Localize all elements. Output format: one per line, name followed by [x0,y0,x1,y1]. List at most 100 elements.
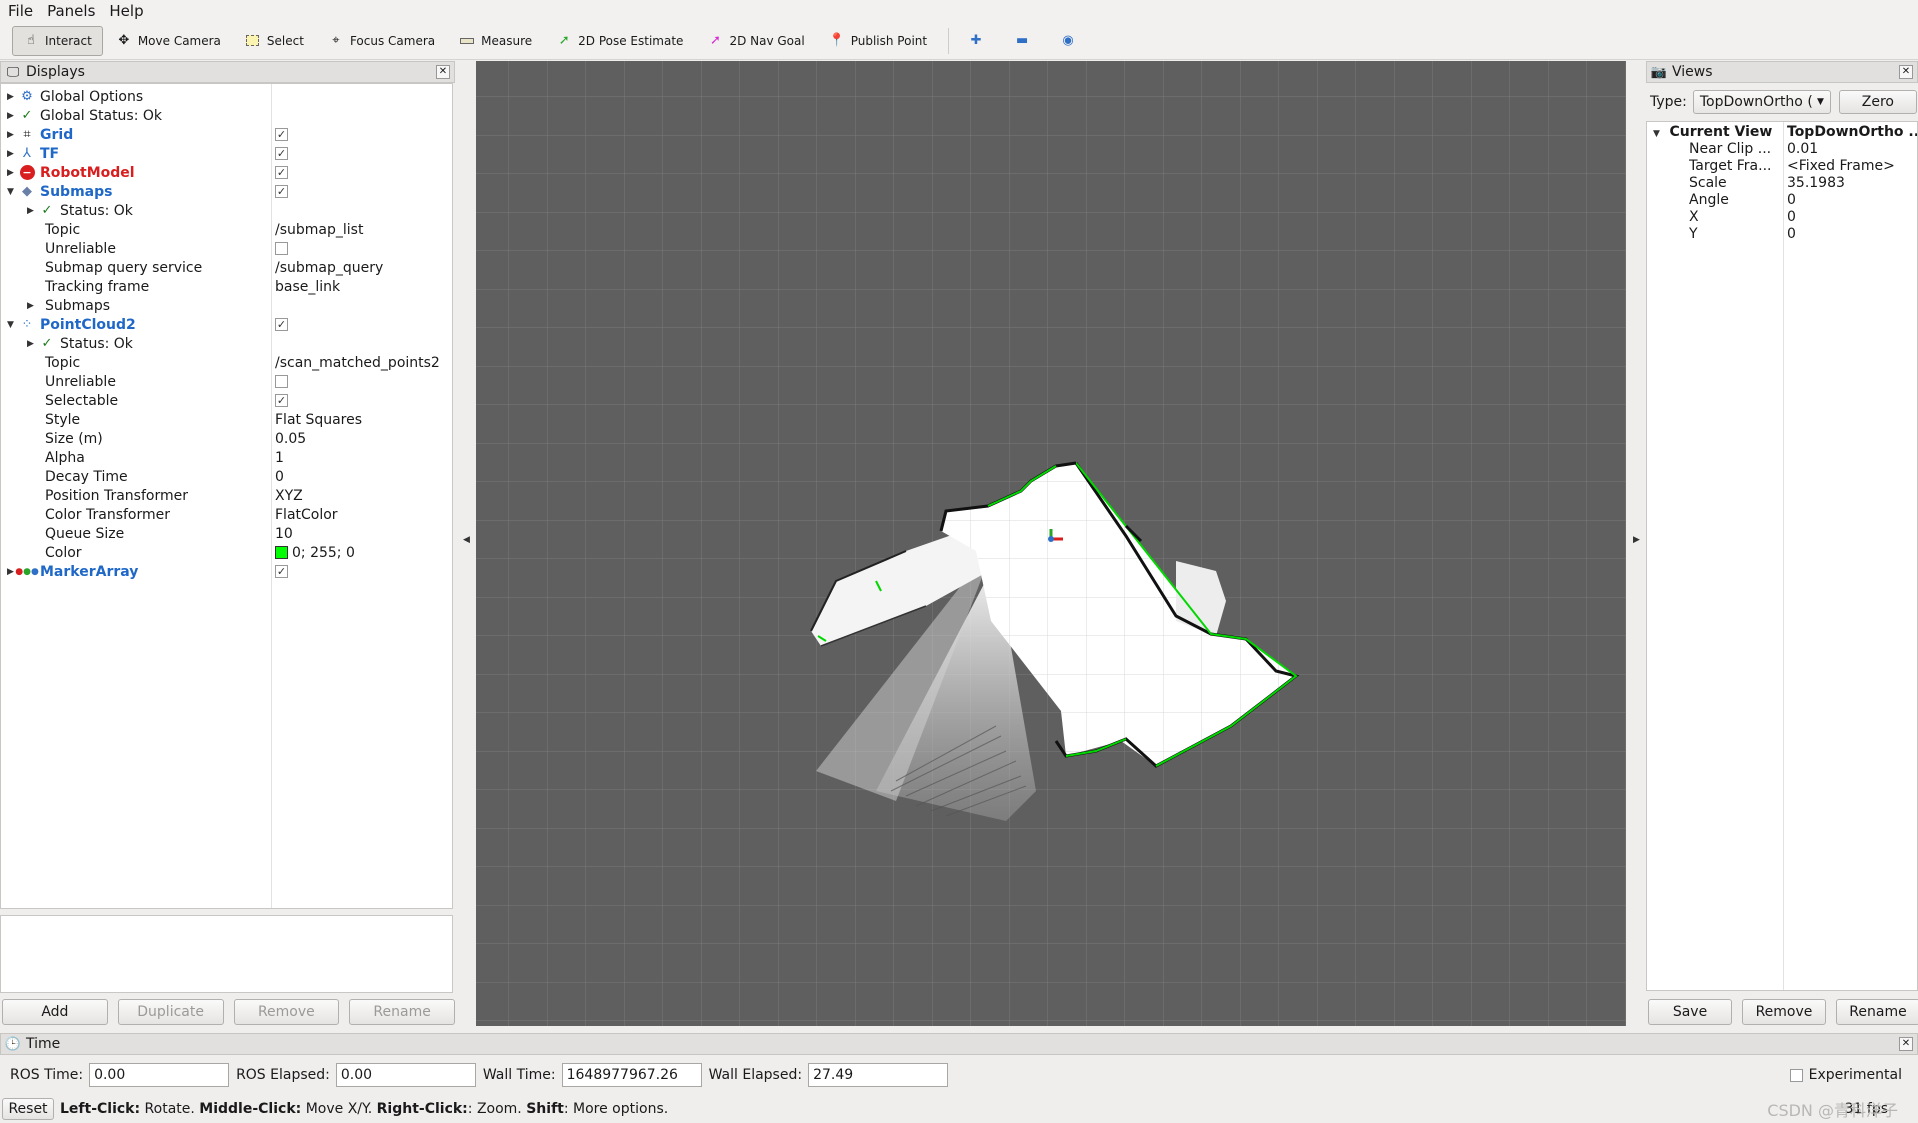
collapse-right-icon[interactable]: ▶ [1633,535,1640,545]
expand-arrow-icon[interactable]: ▶ [7,130,19,140]
tree-row-grid[interactable]: ▶ ⌗ Grid ✓ [1,125,452,144]
experimental-checkbox[interactable] [1789,1068,1803,1082]
save-button[interactable]: Save [1648,999,1732,1025]
watermark: CSDN @青科洋子 [1767,1101,1898,1120]
tree-row-submaps-status[interactable]: ▶ ✓ Status: Ok [1,201,452,220]
collapse-arrow-icon[interactable]: ▼ [1653,129,1665,139]
submaps-enabled-checkbox[interactable]: ✓ [275,185,288,198]
tree-row-marker-array[interactable]: ▶ ● ● ● MarkerArray ✓ [1,562,452,581]
submaps-unreliable-checkbox[interactable] [275,242,288,255]
wall-elapsed-field[interactable]: 27.49 [808,1063,949,1087]
view-row-angle[interactable]: Angle 0 [1647,192,1918,209]
tree-row-pc-selectable[interactable]: Selectable ✓ [1,391,452,410]
markers-icon: ● ● ● [15,566,39,577]
move-camera-tool-button[interactable]: ✥ Move Camera [105,26,232,56]
tree-row-pc-color-transformer[interactable]: Color Transformer FlatColor [1,505,452,524]
tree-row-pc-position-transformer[interactable]: Position Transformer XYZ [1,486,452,505]
left-splitter[interactable]: ◀ [456,61,476,1033]
zero-button[interactable]: Zero [1838,90,1917,114]
wall-time-field[interactable]: 1648977967.26 [561,1063,702,1087]
rename-button[interactable]: Rename [349,999,455,1025]
view-row-y[interactable]: Y 0 [1647,226,1918,243]
grid-enabled-checkbox[interactable]: ✓ [275,128,288,141]
ros-time-field[interactable]: 0.00 [89,1063,230,1087]
tree-row-submaps-unreliable[interactable]: Unreliable [1,239,452,258]
expand-arrow-icon[interactable]: ▶ [27,301,39,311]
pose-estimate-tool-button[interactable]: ➚ 2D Pose Estimate [545,26,694,56]
tree-row-submap-query[interactable]: Submap query service /submap_query [1,258,452,277]
menu-file[interactable]: File [8,2,33,20]
nav-goal-tool-button[interactable]: ➚ 2D Nav Goal [696,26,815,56]
robot-model-enabled-checkbox[interactable]: ✓ [275,166,288,179]
tree-row-robot-model[interactable]: ▶ − RobotModel ✓ [1,163,452,182]
publish-point-tool-button[interactable]: 📍 Publish Point [818,26,938,56]
displays-panel: 🖵 Displays ✕ ▶ ⚙ Global Options ▶ ✓ Global S… [0,61,455,1033]
tree-row-pc-status[interactable]: ▶ ✓ Status: Ok [1,334,452,353]
tree-row-pointcloud2[interactable]: ▼ ⁘ PointCloud2 ✓ [1,315,452,334]
map-pin-icon: 📍 [828,33,845,48]
tree-row-tracking-frame[interactable]: Tracking frame base_link [1,277,452,296]
tree-row-submaps-list[interactable]: ▶ Submaps [1,296,452,315]
expand-arrow-icon[interactable]: ▶ [7,168,19,178]
tree-row-pc-style[interactable]: Style Flat Squares [1,410,452,429]
tree-row-pc-size[interactable]: Size (m) 0.05 [1,429,452,448]
focus-camera-tool-button[interactable]: ⌖ Focus Camera [317,26,446,56]
collapse-left-icon[interactable]: ◀ [463,535,470,545]
view-row-scale[interactable]: Scale 35.1983 [1647,175,1918,192]
tree-row-pc-topic[interactable]: Topic /scan_matched_points2 [1,353,452,372]
expand-arrow-icon[interactable]: ▶ [27,206,39,216]
close-icon[interactable]: ✕ [436,65,450,79]
reset-button[interactable]: Reset [2,1098,54,1120]
view-type-select[interactable]: TopDownOrtho ( ▼ [1692,90,1831,114]
collapse-arrow-icon[interactable]: ▼ [7,320,19,330]
collapse-arrow-icon[interactable]: ▼ [7,187,19,197]
pointcloud-enabled-checkbox[interactable]: ✓ [275,318,288,331]
tree-row-pc-color[interactable]: Color 0; 255; 0 [1,543,452,562]
tf-enabled-checkbox[interactable]: ✓ [275,147,288,160]
render-viewport[interactable] [476,61,1626,1026]
expand-arrow-icon[interactable]: ▶ [7,111,19,121]
hand-icon: ☝ [27,33,35,48]
close-icon[interactable]: ✕ [1899,1037,1913,1051]
view-options-button[interactable]: ◉ [1049,26,1093,56]
status-hint: Left-Click: Rotate. Middle-Click: Move X… [60,1101,669,1117]
view-row-x[interactable]: X 0 [1647,209,1918,226]
column-divider[interactable] [1783,122,1784,990]
measure-tool-button[interactable]: Measure [448,26,543,56]
color-swatch[interactable] [275,546,288,559]
menu-help[interactable]: Help [109,2,143,20]
view-row-near-clip[interactable]: Near Clip ... 0.01 [1647,141,1918,158]
tree-row-pc-unreliable[interactable]: Unreliable [1,372,452,391]
close-icon[interactable]: ✕ [1899,65,1913,79]
add-tool-button[interactable]: ✚ [957,26,1001,56]
select-tool-button[interactable]: Select [234,26,315,56]
duplicate-button[interactable]: Duplicate [117,999,224,1025]
tree-row-pc-decay[interactable]: Decay Time 0 [1,467,452,486]
pc-selectable-checkbox[interactable]: ✓ [275,394,288,407]
view-row-current[interactable]: ▼ Current View TopDownOrtho ... [1647,124,1918,141]
remove-button[interactable]: Remove [233,999,340,1025]
tree-row-pc-alpha[interactable]: Alpha 1 [1,448,452,467]
tree-row-global-options[interactable]: ▶ ⚙ Global Options [1,87,452,106]
tree-row-submaps[interactable]: ▼ ◆ Submaps ✓ [1,182,452,201]
expand-arrow-icon[interactable]: ▶ [7,149,19,159]
remove-tool-button[interactable]: ▬ [1003,26,1047,56]
view-row-target-frame[interactable]: Target Fra... <Fixed Frame> [1647,158,1918,175]
add-button[interactable]: Add [2,999,108,1025]
expand-arrow-icon[interactable]: ▶ [27,339,39,349]
interact-tool-button[interactable]: ☝ Interact [12,25,103,56]
remove-view-button[interactable]: Remove [1742,999,1826,1025]
tree-row-tf[interactable]: ▶ ⅄ TF ✓ [1,144,452,163]
pc-unreliable-checkbox[interactable] [275,375,288,388]
experimental-toggle[interactable]: Experimental [1789,1067,1902,1083]
ros-elapsed-field[interactable]: 0.00 [335,1063,476,1087]
tree-row-submaps-topic[interactable]: Topic /submap_list [1,220,452,239]
eye-icon: ◉ [1062,33,1074,48]
rename-view-button[interactable]: Rename [1836,999,1918,1025]
tree-row-global-status[interactable]: ▶ ✓ Global Status: Ok [1,106,452,125]
right-splitter[interactable]: ▶ [1626,61,1646,1033]
expand-arrow-icon[interactable]: ▶ [7,92,19,102]
marker-array-enabled-checkbox[interactable]: ✓ [275,565,288,578]
tree-row-pc-queue-size[interactable]: Queue Size 10 [1,524,452,543]
menu-panels[interactable]: Panels [47,2,95,20]
